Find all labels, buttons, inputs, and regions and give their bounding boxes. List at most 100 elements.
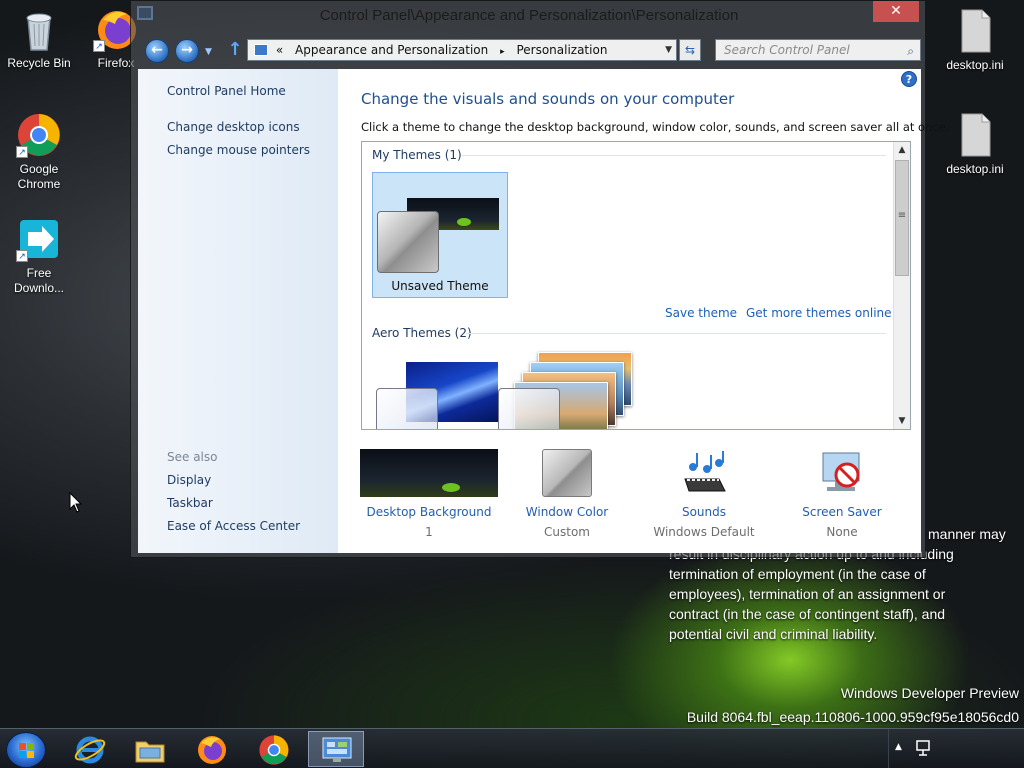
- sounds-value: Windows Default: [653, 525, 755, 539]
- window-content: Control Panel Home Change desktop icons …: [138, 69, 949, 553]
- control-panel-home-link[interactable]: Control Panel Home: [167, 84, 286, 98]
- see-also-label: See also: [167, 450, 218, 464]
- taskbar-google-chrome[interactable]: [246, 731, 302, 767]
- taskbar-control-panel[interactable]: [308, 731, 364, 767]
- address-dropdown-icon[interactable]: ▼: [665, 40, 672, 60]
- desktop-background-setting[interactable]: Desktop Background 1: [359, 449, 499, 539]
- sounds-setting[interactable]: Sounds Windows Default: [634, 449, 774, 539]
- group-label-my-themes: My Themes (1): [372, 148, 462, 162]
- window-glass-swatch: [376, 388, 438, 429]
- window-color-swatch: [542, 449, 592, 497]
- change-mouse-pointers-link[interactable]: Change mouse pointers: [167, 143, 310, 157]
- tent-glow-thumbnail: [457, 218, 471, 226]
- desktop-icon-label: Google Chrome: [17, 162, 61, 191]
- get-more-themes-link[interactable]: Get more themes online: [746, 306, 892, 320]
- control-panel-icon: [321, 736, 353, 768]
- desktop-icon-desktop-ini-1[interactable]: desktop.ini: [937, 8, 1013, 73]
- refresh-button[interactable]: ⇆: [679, 39, 701, 61]
- recent-pages-dropdown[interactable]: ▼: [205, 47, 212, 57]
- shortcut-arrow-icon: ↗: [93, 40, 105, 52]
- taskbar-windows-explorer[interactable]: [122, 731, 178, 767]
- start-button[interactable]: [6, 732, 46, 768]
- address-overflow[interactable]: «: [276, 40, 283, 60]
- tent-glow-thumbnail: [442, 483, 460, 492]
- help-icon[interactable]: ?: [901, 71, 917, 87]
- themes-scrollbar[interactable]: ▲ ≡ ▼: [893, 142, 910, 429]
- breadcrumb-personalization[interactable]: Personalization: [516, 40, 607, 60]
- notice-line: employees), termination of an assignment…: [669, 586, 946, 602]
- desktop-icon-label: desktop.ini: [946, 58, 1004, 72]
- forward-button[interactable]: →: [175, 39, 199, 63]
- sounds-link[interactable]: Sounds: [634, 505, 774, 519]
- desktop-icon-google-chrome[interactable]: ↗ Google Chrome: [1, 112, 77, 192]
- breadcrumb-separator[interactable]: ▸: [500, 42, 505, 62]
- themes-list[interactable]: My Themes (1) Unsaved Theme Save theme G…: [361, 141, 911, 430]
- desktop-icon-recycle-bin[interactable]: Recycle Bin: [1, 6, 77, 71]
- desktop-icon-label: desktop.ini: [946, 162, 1004, 176]
- taskbar-link[interactable]: Taskbar: [167, 496, 213, 510]
- window-color-link[interactable]: Window Color: [497, 505, 637, 519]
- show-hidden-icons-button[interactable]: ▲: [895, 742, 902, 752]
- theme-aero-landscapes[interactable]: [498, 352, 644, 429]
- window-color-value: Custom: [544, 525, 590, 539]
- screen-saver-setting[interactable]: Screen Saver None: [772, 449, 912, 539]
- mouse-cursor-icon: [69, 491, 83, 517]
- desktop-icon-label: Recycle Bin: [7, 56, 71, 70]
- network-icon[interactable]: [915, 739, 933, 760]
- taskbar-internet-explorer[interactable]: [62, 731, 118, 767]
- notice-line: termination of employment (in the case o…: [669, 566, 926, 582]
- close-button[interactable]: ✕: [873, 1, 919, 22]
- up-button[interactable]: ↑: [225, 39, 245, 63]
- chrome-icon: [258, 734, 290, 768]
- theme-unsaved[interactable]: Unsaved Theme: [372, 172, 508, 298]
- desktop-icon-free-download[interactable]: ↗ Free Downlo...: [1, 216, 77, 296]
- notice-line: contract (in the case of contingent staf…: [669, 606, 946, 622]
- chrome-icon: ↗: [16, 112, 62, 158]
- search-input[interactable]: Search Control Panel ⌕: [715, 39, 921, 61]
- notice-line: potential civil and criminal liability.: [669, 626, 878, 642]
- download-manager-icon: ↗: [16, 216, 62, 262]
- title-bar[interactable]: Control Panel\Appearance and Personaliza…: [131, 1, 925, 33]
- desktop-background-thumbnail: [360, 449, 498, 497]
- display-link[interactable]: Display: [167, 473, 211, 487]
- window-title: Control Panel\Appearance and Personaliza…: [319, 7, 739, 24]
- internet-explorer-icon: [74, 734, 106, 768]
- breadcrumb-appearance[interactable]: Appearance and Personalization: [295, 40, 488, 60]
- personalization-window: Control Panel\Appearance and Personaliza…: [130, 0, 949, 558]
- screen-saver-icon: [817, 449, 867, 497]
- scroll-down-button[interactable]: ▼: [894, 413, 910, 429]
- page-title: Change the visuals and sounds on your co…: [361, 90, 735, 108]
- screen-saver-value: None: [826, 525, 858, 539]
- window-glass-swatch: [498, 388, 560, 429]
- build-watermark-line2: Build 8064.fbl_eeap.110806-1000.959cf95e…: [686, 709, 1019, 725]
- screen-saver-link[interactable]: Screen Saver: [772, 505, 912, 519]
- group-label-aero-themes: Aero Themes (2): [372, 326, 472, 340]
- shortcut-arrow-icon: ↗: [16, 146, 28, 158]
- recycle-bin-icon: [16, 6, 62, 52]
- taskbar-firefox[interactable]: [184, 731, 240, 767]
- change-desktop-icons-link[interactable]: Change desktop icons: [167, 120, 300, 134]
- search-placeholder: Search Control Panel: [724, 43, 850, 57]
- address-bar[interactable]: « Appearance and Personalization ▸ Perso…: [247, 39, 677, 61]
- theme-name: Unsaved Theme: [391, 279, 489, 293]
- group-divider: [466, 333, 886, 334]
- desktop-background-value: 1: [425, 525, 433, 539]
- desktop-background-link[interactable]: Desktop Background: [359, 505, 499, 519]
- windows-logo-icon: [19, 743, 35, 759]
- navigation-bar: ← → ▼ ↑ « Appearance and Personalization…: [131, 37, 925, 65]
- desktop-notice: result in disciplinary action up to and …: [669, 544, 1019, 644]
- page-description: Click a theme to change the desktop back…: [361, 120, 950, 134]
- save-theme-link[interactable]: Save theme: [665, 306, 737, 320]
- window-glass-swatch: [377, 211, 439, 273]
- system-tray: ▲: [888, 729, 1024, 768]
- left-pane: Control Panel Home Change desktop icons …: [138, 69, 338, 553]
- file-icon: [952, 112, 998, 158]
- scroll-thumb[interactable]: ≡: [895, 160, 909, 276]
- search-icon[interactable]: ⌕: [907, 41, 914, 61]
- back-button[interactable]: ←: [145, 39, 169, 63]
- window-color-setting[interactable]: Window Color Custom: [497, 449, 637, 539]
- theme-aero-windows[interactable]: [372, 352, 508, 429]
- taskbar: ▲: [0, 728, 1024, 768]
- ease-of-access-link[interactable]: Ease of Access Center: [167, 519, 300, 533]
- scroll-up-button[interactable]: ▲: [894, 142, 910, 158]
